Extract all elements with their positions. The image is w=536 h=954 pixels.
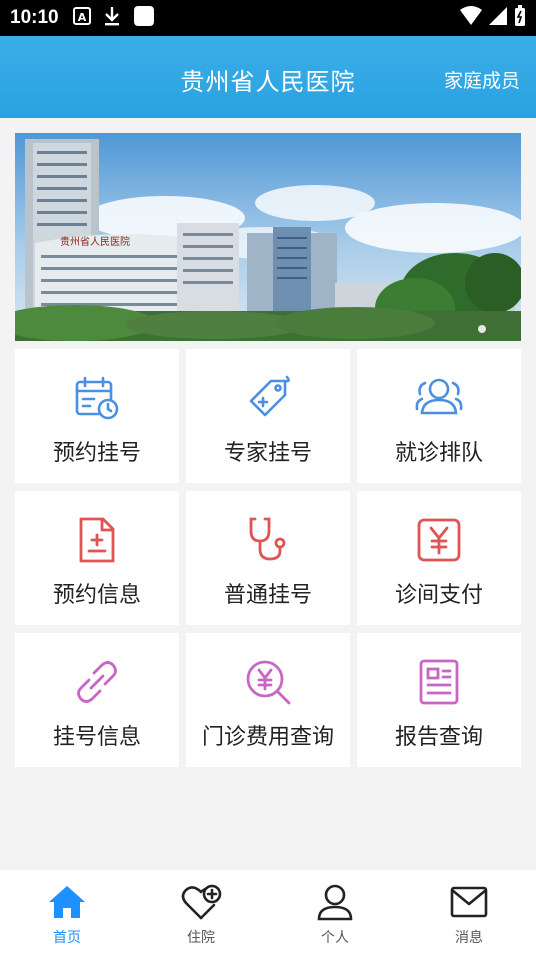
bottom-tab-bar: 首页 住院 个人 消息 bbox=[0, 870, 536, 954]
menu-expert-register[interactable]: 专家挂号 bbox=[186, 349, 350, 483]
menu-register-info[interactable]: 挂号信息 bbox=[15, 633, 179, 767]
family-members-button[interactable]: 家庭成员 bbox=[444, 66, 520, 93]
menu-general-register[interactable]: 普通挂号 bbox=[186, 491, 350, 625]
tab-label: 个人 bbox=[321, 930, 349, 946]
tab-home[interactable]: 首页 bbox=[0, 870, 134, 954]
keyboard-a-icon: A bbox=[72, 7, 91, 29]
tab-label: 住院 bbox=[187, 930, 215, 946]
download-icon bbox=[103, 6, 121, 30]
building-sign: 贵州省人民医院 bbox=[60, 235, 130, 248]
yuan-payment-icon bbox=[357, 515, 521, 565]
tab-label: 首页 bbox=[53, 930, 81, 946]
menu-label: 诊间支付 bbox=[394, 583, 483, 608]
heart-plus-icon bbox=[134, 882, 268, 922]
tag-plus-icon bbox=[186, 373, 350, 423]
home-icon bbox=[0, 882, 134, 922]
app-notification-icon bbox=[133, 5, 155, 31]
link-icon bbox=[15, 657, 179, 707]
hospital-photo: 贵州省人民医院 bbox=[15, 133, 521, 341]
tab-hospitalization[interactable]: 住院 bbox=[134, 870, 268, 954]
carousel-indicator bbox=[478, 325, 486, 333]
menu-visit-queue[interactable]: 就诊排队 bbox=[357, 349, 521, 483]
menu-label: 预约信息 bbox=[52, 583, 141, 608]
yuan-search-icon bbox=[186, 657, 350, 707]
menu-label: 门诊费用查询 bbox=[201, 725, 334, 750]
person-icon bbox=[268, 882, 402, 922]
menu-label: 报告查询 bbox=[394, 725, 483, 750]
battery-icon bbox=[514, 5, 526, 31]
report-icon bbox=[357, 657, 521, 707]
hospital-banner[interactable]: 贵州省人民医院 bbox=[15, 133, 521, 341]
menu-outpatient-fee-query[interactable]: 门诊费用查询 bbox=[186, 633, 350, 767]
menu-label: 普通挂号 bbox=[223, 583, 312, 608]
tab-messages[interactable]: 消息 bbox=[402, 870, 536, 954]
menu-label: 专家挂号 bbox=[223, 441, 312, 466]
menu-report-query[interactable]: 报告查询 bbox=[357, 633, 521, 767]
menu-appointment-register[interactable]: 预约挂号 bbox=[15, 349, 179, 483]
wifi-icon bbox=[460, 6, 482, 30]
signal-icon bbox=[488, 6, 508, 30]
users-icon bbox=[357, 373, 521, 423]
menu-appointment-info[interactable]: 预约信息 bbox=[15, 491, 179, 625]
status-time: 10:10 bbox=[10, 7, 59, 28]
stethoscope-icon bbox=[186, 515, 350, 565]
svg-text:A: A bbox=[77, 11, 86, 24]
menu-label: 预约挂号 bbox=[52, 441, 141, 466]
app-header: 贵州省人民医院 家庭成员 bbox=[0, 36, 536, 118]
menu-label: 就诊排队 bbox=[394, 441, 483, 466]
menu-clinic-payment[interactable]: 诊间支付 bbox=[357, 491, 521, 625]
mail-icon bbox=[402, 882, 536, 922]
tab-label: 消息 bbox=[455, 930, 483, 946]
calendar-clock-icon bbox=[15, 373, 179, 423]
tab-personal[interactable]: 个人 bbox=[268, 870, 402, 954]
document-plus-icon bbox=[15, 515, 179, 565]
menu-label: 挂号信息 bbox=[52, 725, 141, 750]
status-bar: 10:10 A bbox=[0, 0, 536, 36]
